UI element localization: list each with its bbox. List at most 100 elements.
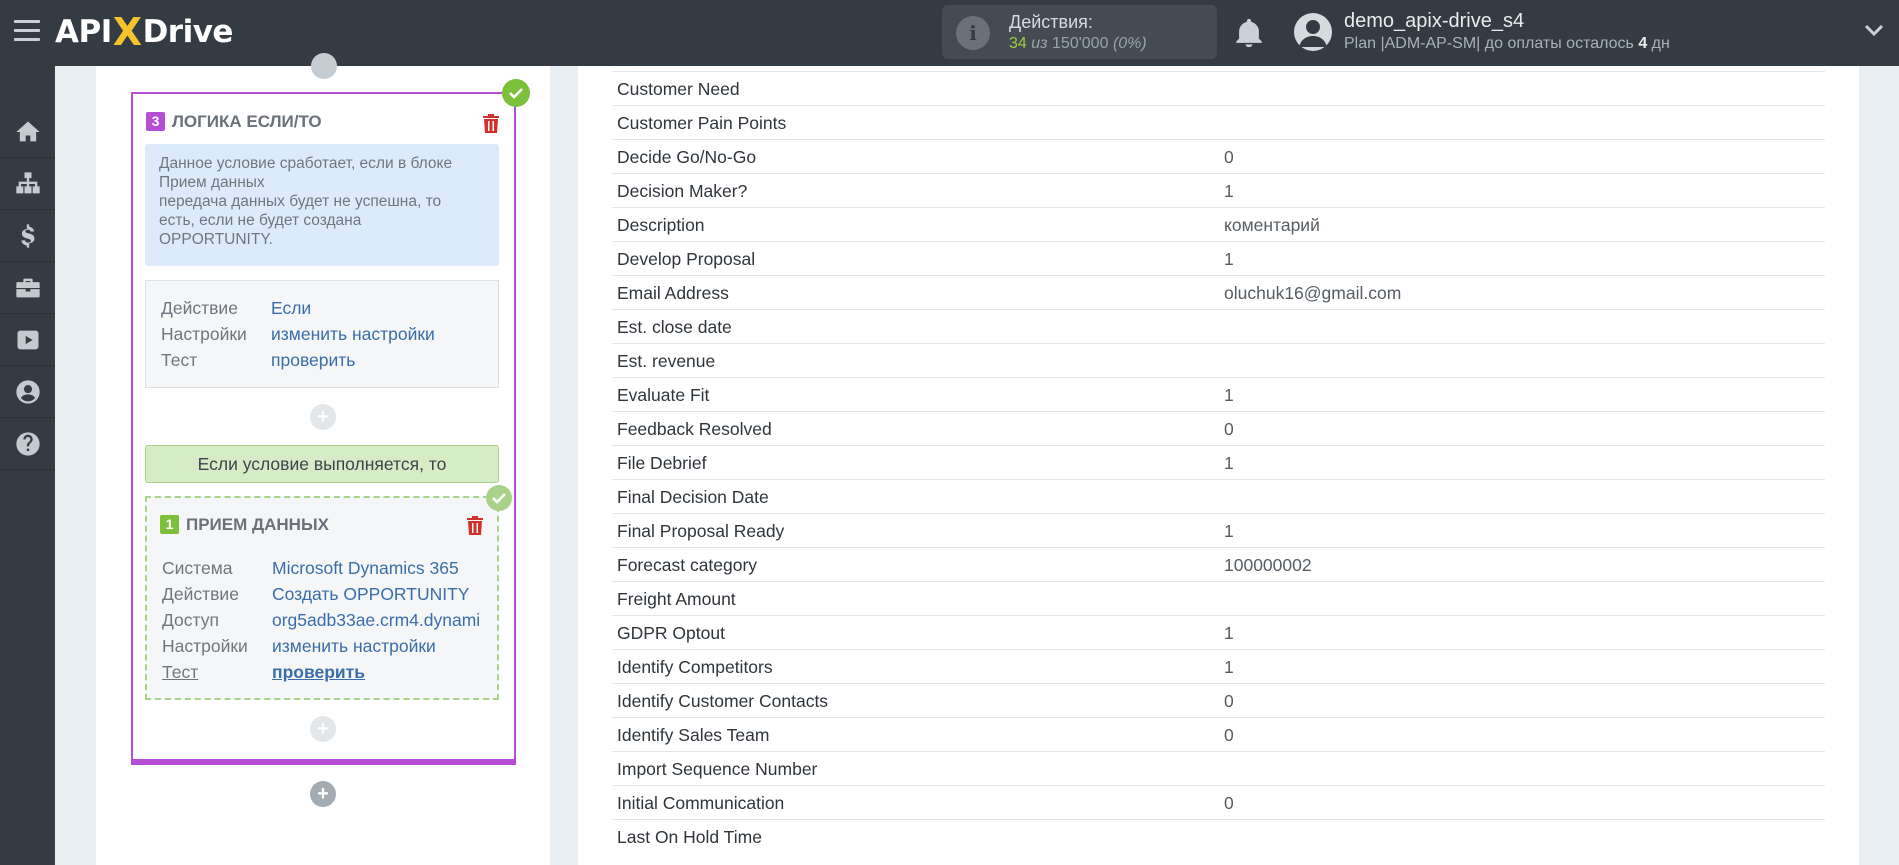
sidebar-item-services[interactable] xyxy=(0,262,55,314)
avatar[interactable] xyxy=(1294,13,1332,51)
field-name: Last On Hold Time xyxy=(617,827,762,847)
prop-key: Действие xyxy=(161,298,238,318)
plan-days: 4 xyxy=(1638,35,1648,52)
receive-settings-link[interactable]: изменить настройки xyxy=(272,636,436,657)
dollar-icon xyxy=(20,223,34,248)
field-name: Identify Competitors xyxy=(617,657,773,677)
chevron-down-icon[interactable] xyxy=(1864,23,1884,37)
field-row: Feedback Resolved 0 xyxy=(612,411,1825,445)
field-name: Evaluate Fit xyxy=(617,385,710,405)
plan-info: Plan |ADM-AP-SM| до оплаты осталось 4 дн xyxy=(1344,35,1670,53)
plan-days-unit: дн xyxy=(1647,35,1670,52)
youtube-icon xyxy=(17,330,38,349)
field-row: Forecast category 100000002 xyxy=(612,547,1825,581)
field-row: Import Sequence Number xyxy=(612,751,1825,785)
add-step-button[interactable]: + xyxy=(310,404,336,430)
field-row: Decision Maker? 1 xyxy=(612,173,1825,207)
logic-note-line: OPPORTUNITY. xyxy=(159,231,273,248)
logic-test-link[interactable]: проверить xyxy=(271,350,355,371)
field-row: Customer Need xyxy=(612,71,1825,105)
sidebar-item-billing[interactable] xyxy=(0,210,55,262)
user-avatar-icon xyxy=(1299,20,1327,47)
sidebar-item-help[interactable] xyxy=(0,418,55,470)
receive-access-link[interactable]: org5adb33ae.crm4.dynami xyxy=(272,610,480,631)
field-name: Import Sequence Number xyxy=(617,759,818,779)
field-name: Decision Maker? xyxy=(617,181,748,201)
field-value: 0 xyxy=(1224,691,1234,711)
logic-note-line: есть, если не будет создана xyxy=(159,212,362,229)
field-name: Identify Customer Contacts xyxy=(617,691,829,711)
sidebar-item-account[interactable] xyxy=(0,366,55,418)
bell-icon[interactable] xyxy=(1232,16,1266,50)
apix-drive-logo[interactable]: API X Drive xyxy=(55,10,233,54)
field-value: 0 xyxy=(1224,419,1234,439)
field-name: File Debrief xyxy=(617,453,707,473)
receive-block-title-text: ПРИЕМ ДАННЫХ xyxy=(186,515,329,534)
field-row: Decide Go/No-Go 0 xyxy=(612,139,1825,173)
field-row: Est. revenue xyxy=(612,343,1825,377)
field-name: Feedback Resolved xyxy=(617,419,772,439)
add-step-button-top[interactable] xyxy=(311,53,337,79)
receive-system-link[interactable]: Microsoft Dynamics 365 xyxy=(272,558,459,579)
field-row: GDPR Optout 1 xyxy=(612,615,1825,649)
logic-block-title-text: ЛОГИКА ЕСЛИ/ТО xyxy=(172,112,322,131)
field-name: Freight Amount xyxy=(617,589,736,609)
field-row: Last On Hold Time xyxy=(612,819,1825,853)
logic-block-success-check-icon xyxy=(502,79,530,107)
prop-key: Действие xyxy=(162,584,239,604)
field-row: Evaluate Fit 1 xyxy=(612,377,1825,411)
prop-key: Настройки xyxy=(161,324,247,344)
field-row: Email Address oluchuk16@gmail.com xyxy=(612,275,1825,309)
field-row: Develop Proposal 1 xyxy=(612,241,1825,275)
logic-settings-link[interactable]: изменить настройки xyxy=(271,324,435,345)
logic-properties: Действие Если Настройки изменить настрой… xyxy=(145,280,499,388)
sidebar-item-video[interactable] xyxy=(0,314,55,366)
field-value: 1 xyxy=(1224,181,1234,201)
field-value: 1 xyxy=(1224,453,1234,473)
field-name: GDPR Optout xyxy=(617,623,725,643)
menu-icon[interactable] xyxy=(14,20,40,42)
actions-title: Действия: xyxy=(1009,12,1093,32)
field-row: Customer Pain Points xyxy=(612,105,1825,139)
field-name: Identify Sales Team xyxy=(617,725,770,745)
logic-block-title: 3 ЛОГИКА ЕСЛИ/ТО xyxy=(146,112,322,132)
field-name: Final Proposal Ready xyxy=(617,521,785,541)
delete-receive-block-trash-icon[interactable] xyxy=(467,516,483,535)
field-row: Initial Communication 0 xyxy=(612,785,1825,819)
add-step-button[interactable]: + xyxy=(310,716,336,742)
receive-data-block: 1 ПРИЕМ ДАННЫХ Система Microsoft Dynamics… xyxy=(145,496,499,700)
field-name: Develop Proposal xyxy=(617,249,756,269)
sidebar xyxy=(0,66,55,865)
receive-block-success-check-icon xyxy=(486,485,512,511)
field-row: Identify Sales Team 0 xyxy=(612,717,1825,751)
sidebar-item-home[interactable] xyxy=(0,106,55,158)
receive-block-number: 1 xyxy=(160,515,179,534)
delete-logic-block-trash-icon[interactable] xyxy=(483,114,499,133)
field-name: Est. revenue xyxy=(617,351,716,371)
field-value: 1 xyxy=(1224,657,1234,677)
prop-key: Тест xyxy=(162,662,199,682)
receive-test-link[interactable]: проверить xyxy=(272,662,365,683)
top-bar: API X Drive i Действия: 34 из 150'000 (0%)… xyxy=(0,0,1899,66)
actions-usage: 34 из 150'000 (0%) xyxy=(1009,35,1147,53)
receive-action-link[interactable]: Создать OPPORTUNITY xyxy=(272,584,469,605)
field-name: Customer Pain Points xyxy=(617,113,787,133)
logic-action-link[interactable]: Если xyxy=(271,298,311,319)
actions-counter[interactable]: i Действия: 34 из 150'000 (0%) xyxy=(942,5,1217,59)
prop-key: Система xyxy=(162,558,233,578)
field-name: Description xyxy=(617,215,705,235)
condition-label: Если условие выполняется, то xyxy=(145,445,499,483)
field-name: Final Decision Date xyxy=(617,487,769,507)
logic-block-number: 3 xyxy=(146,112,165,131)
field-value: 1 xyxy=(1224,623,1234,643)
field-row: File Debrief 1 xyxy=(612,445,1825,479)
receive-block-title: 1 ПРИЕМ ДАННЫХ xyxy=(160,515,329,535)
actions-percent: (0%) xyxy=(1112,35,1147,52)
logic-note-line: передача данных будет не успешна, то xyxy=(159,193,442,210)
logo-text-prefix: API xyxy=(55,14,112,50)
sidebar-item-connections[interactable] xyxy=(0,158,55,210)
user-name[interactable]: demo_apix-drive_s4 xyxy=(1344,10,1524,33)
add-block-button[interactable]: + xyxy=(310,781,336,807)
field-row: Identify Competitors 1 xyxy=(612,649,1825,683)
briefcase-icon xyxy=(15,278,40,297)
